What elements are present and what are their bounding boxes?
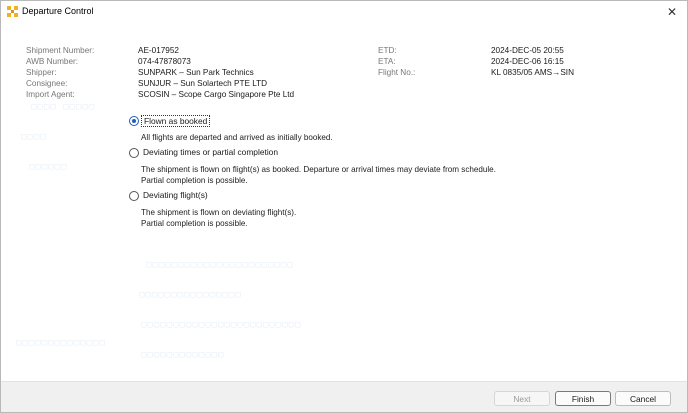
etd-value: 2024-DEC-05 20:55 xyxy=(491,46,564,55)
consignee-label: Consignee: xyxy=(26,79,68,88)
title-bar: Departure Control ✕ xyxy=(1,1,687,22)
option-description: The shipment is flown on deviating fligh… xyxy=(141,208,297,217)
option-label[interactable]: Deviating flight(s) xyxy=(141,190,210,200)
flight-no-value: KL 0835/05 AMS→SIN xyxy=(491,68,574,77)
option-description: The shipment is flown on flight(s) as bo… xyxy=(141,165,496,174)
radio-deviating-times[interactable] xyxy=(129,148,139,158)
close-icon: ✕ xyxy=(666,4,678,19)
radio-deviating-flights[interactable] xyxy=(129,191,139,201)
shipper-label: Shipper: xyxy=(26,68,57,77)
consignee-value: SUNJUR – Sun Solartech PTE LTD xyxy=(138,79,268,88)
shipper-value: SUNPARK – Sun Park Technics xyxy=(138,68,254,77)
shipment-number-value: AE-017952 xyxy=(138,46,179,55)
option-description: All flights are departed and arrived as … xyxy=(141,133,333,142)
cancel-button[interactable]: Cancel xyxy=(615,391,671,406)
dialog-content: ▢▢▢▢ ▢▢▢▢▢ ▢▢▢▢ ▢▢▢▢▢▢ ▢▢▢▢▢▢▢▢▢▢▢▢▢▢▢▢▢… xyxy=(1,22,687,381)
shipment-number-label: Shipment Number: xyxy=(26,46,95,55)
eta-value: 2024-DEC-06 16:15 xyxy=(491,57,564,66)
close-button[interactable]: ✕ xyxy=(657,1,687,22)
awb-number-label: AWB Number: xyxy=(26,57,79,66)
import-agent-value: SCOSIN – Scope Cargo Singapore Pte Ltd xyxy=(138,90,295,99)
etd-label: ETD: xyxy=(378,46,397,55)
option-description: Partial completion is possible. xyxy=(141,176,248,185)
next-button[interactable]: Next xyxy=(494,391,550,406)
awb-number-value: 074-47878073 xyxy=(138,57,191,66)
departure-control-dialog: Departure Control ✕ ▢▢▢▢ ▢▢▢▢▢ ▢▢▢▢ ▢▢▢▢… xyxy=(0,0,688,413)
option-label[interactable]: Flown as booked xyxy=(141,115,211,127)
flight-no-label: Flight No.: xyxy=(378,68,416,77)
option-description: Partial completion is possible. xyxy=(141,219,248,228)
finish-button[interactable]: Finish xyxy=(555,391,611,406)
app-icon xyxy=(7,6,18,17)
import-agent-label: Import Agent: xyxy=(26,90,75,99)
radio-flown-as-booked[interactable] xyxy=(129,116,139,126)
window-title: Departure Control xyxy=(22,6,94,16)
option-label[interactable]: Deviating times or partial completion xyxy=(141,147,280,157)
eta-label: ETA: xyxy=(378,57,396,66)
button-bar: Next Finish Cancel xyxy=(1,381,687,412)
